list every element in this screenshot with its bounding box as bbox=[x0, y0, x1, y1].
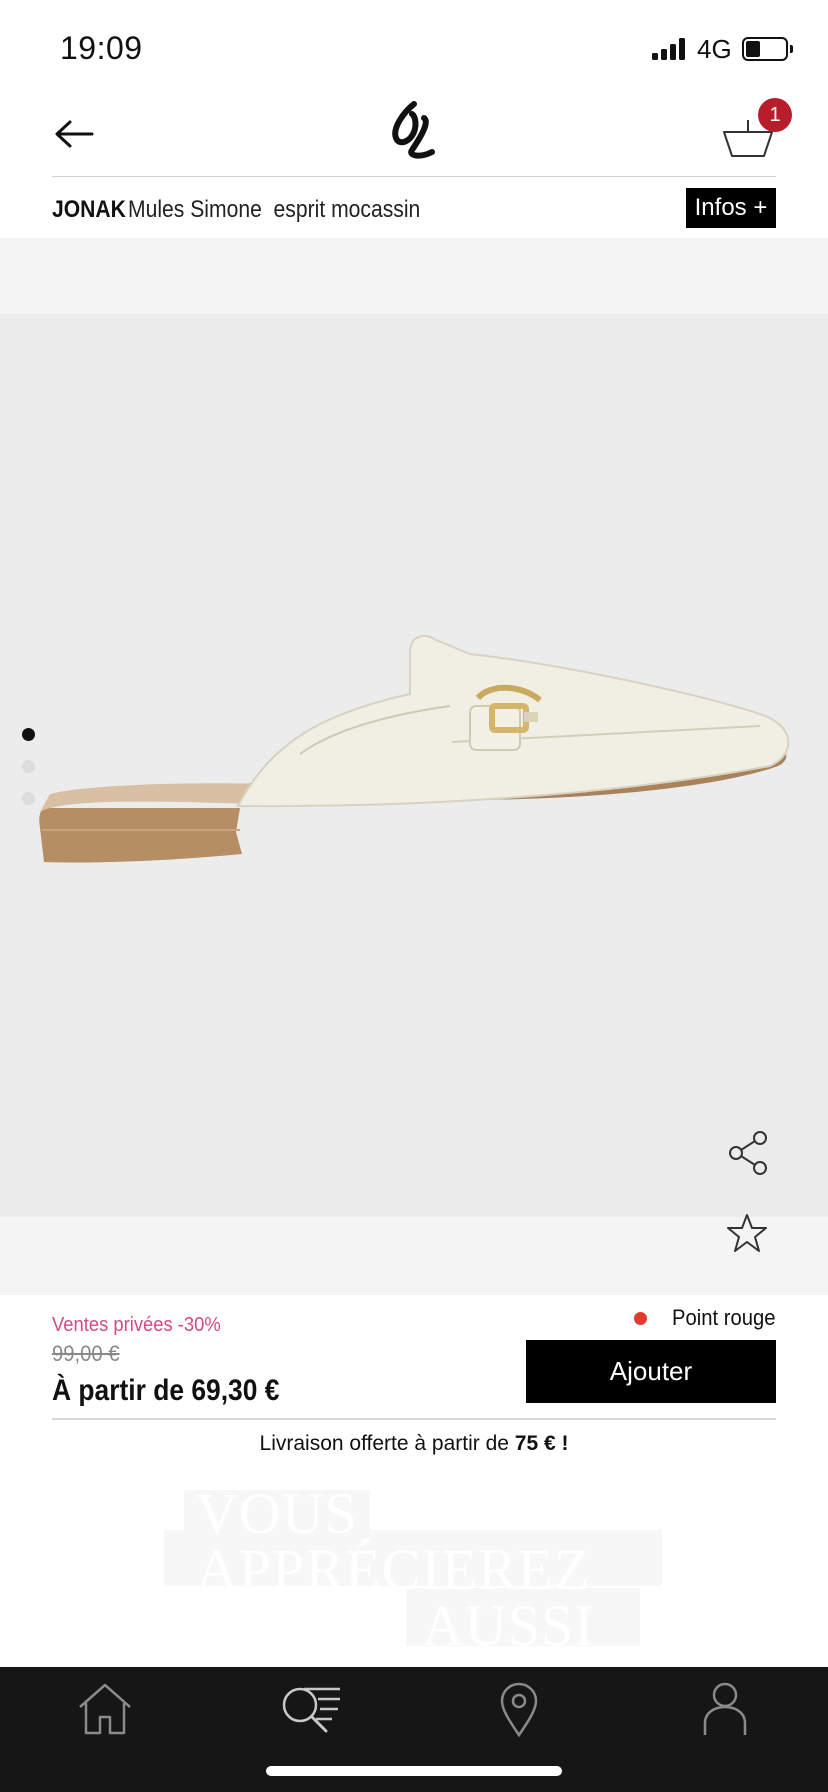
delivery-text: Livraison offerte à partir de bbox=[259, 1432, 515, 1455]
status-bar: 19:09 4G bbox=[0, 0, 828, 90]
location-icon bbox=[500, 1682, 538, 1738]
header: 1 bbox=[0, 90, 828, 176]
back-button[interactable] bbox=[52, 112, 112, 156]
sale-label: Ventes privées -30% bbox=[52, 1314, 221, 1336]
gallery-bottom-band bbox=[0, 1217, 828, 1295]
search-icon bbox=[282, 1687, 340, 1733]
product-name: Mules Simone esprit mocassin bbox=[128, 196, 421, 223]
delivery-info: Livraison offerte à partir de 75 € ! bbox=[0, 1432, 828, 1456]
tab-account[interactable] bbox=[690, 1679, 760, 1741]
add-to-cart-button[interactable]: Ajouter bbox=[526, 1340, 776, 1403]
battery-tip bbox=[790, 45, 793, 53]
home-indicator bbox=[266, 1766, 562, 1776]
color-swatch bbox=[634, 1311, 648, 1325]
product-brand: JONAK bbox=[52, 196, 126, 223]
header-divider bbox=[52, 176, 776, 177]
color-name: Point rouge bbox=[672, 1305, 776, 1330]
gallery-top-band bbox=[0, 238, 828, 314]
gallery-dot-2[interactable] bbox=[22, 760, 35, 773]
status-time: 19:09 bbox=[60, 30, 143, 66]
cart-button[interactable]: 1 bbox=[720, 98, 796, 166]
current-price: À partir de 69,30 € bbox=[52, 1374, 280, 1407]
color-selector[interactable]: Point rouge bbox=[634, 1303, 776, 1333]
cart-count-badge: 1 bbox=[758, 98, 792, 132]
infos-button[interactable]: Infos + bbox=[686, 188, 776, 228]
account-icon bbox=[703, 1682, 747, 1735]
tab-search[interactable] bbox=[276, 1679, 346, 1741]
product-title-row: JONAK Mules Simone esprit mocassin Infos… bbox=[52, 188, 776, 234]
star-icon bbox=[727, 1214, 767, 1252]
old-price: 99,00 € bbox=[52, 1341, 120, 1366]
network-type: 4G bbox=[697, 34, 732, 64]
recommendations-heading: VOUS APPRÉCIEREZ AUSSI bbox=[0, 1480, 828, 1658]
tab-home[interactable] bbox=[70, 1679, 140, 1741]
favorite-button[interactable] bbox=[726, 1212, 768, 1254]
gallery-dot-3[interactable] bbox=[22, 792, 35, 805]
gallery-dot-1[interactable] bbox=[22, 728, 35, 741]
product-image-gallery[interactable] bbox=[0, 314, 828, 1217]
share-icon bbox=[729, 1131, 767, 1175]
share-button[interactable] bbox=[726, 1130, 772, 1176]
product-image bbox=[39, 634, 790, 863]
tab-stores[interactable] bbox=[484, 1679, 554, 1741]
battery-icon bbox=[742, 37, 788, 61]
purchase-divider bbox=[52, 1418, 776, 1420]
arrow-left-icon bbox=[55, 120, 94, 148]
reco-heading-line-3: AUSSI bbox=[422, 1593, 595, 1658]
delivery-threshold: 75 € ! bbox=[514, 1432, 569, 1455]
brand-logo[interactable] bbox=[384, 98, 454, 168]
home-icon bbox=[79, 1683, 131, 1735]
signal-icon bbox=[652, 38, 688, 60]
